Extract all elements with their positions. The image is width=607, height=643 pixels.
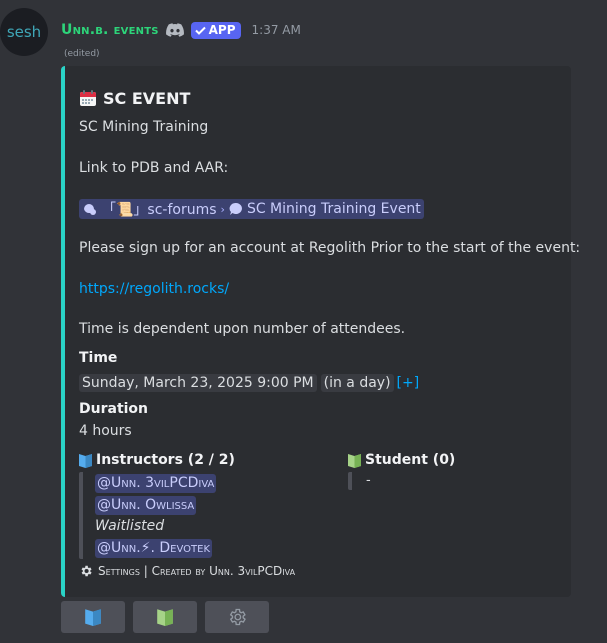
description-line4: Time is dependent upon number of attende… bbox=[79, 321, 406, 337]
waitlisted-label: Waitlisted bbox=[95, 518, 165, 534]
avatar[interactable]: sesh bbox=[0, 8, 48, 56]
description-line2: Link to PDB and AAR: bbox=[79, 160, 229, 176]
embed-title-row: SC EVENT bbox=[79, 87, 190, 109]
app-badge: APP bbox=[190, 21, 241, 39]
calendar-icon bbox=[80, 90, 96, 106]
thread-icon bbox=[229, 202, 242, 215]
green-book-icon bbox=[157, 609, 173, 626]
instructors-title: Instructors (2 / 2) bbox=[96, 452, 235, 468]
blue-book-icon bbox=[79, 453, 92, 468]
instructors-field: Instructors (2 / 2) @Unn. 3vilPCDiva @Un… bbox=[79, 450, 339, 559]
user-mention[interactable]: @Unn.⚡. Devotek bbox=[95, 539, 213, 558]
footer-text: Settings | Created by Unn. 3vilPCDiva bbox=[98, 564, 296, 578]
chip-separator: › bbox=[220, 202, 225, 216]
event-embed: SC EVENT SC Mining Training Link to PDB … bbox=[61, 66, 580, 597]
thread-link[interactable]: 「📜」sc-forums › SC Mining Training Event bbox=[79, 199, 424, 219]
time-field-label: Time bbox=[79, 350, 118, 366]
app-badge-label: APP bbox=[208, 23, 236, 37]
description-line3: Please sign up for an account at Regolit… bbox=[79, 240, 581, 256]
students-title: Student (0) bbox=[365, 452, 456, 468]
gear-icon bbox=[229, 608, 246, 626]
settings-button[interactable] bbox=[205, 601, 269, 633]
message-header: Unn.b. events APP 1:37 AM bbox=[61, 20, 301, 40]
forum-name: 「📜」sc-forums bbox=[102, 202, 217, 218]
forum-icon bbox=[84, 204, 96, 215]
instructors-list: @Unn. 3vilPCDiva @Unn. Owlissa Waitliste… bbox=[79, 472, 339, 559]
edited-label: (edited) bbox=[64, 49, 100, 59]
instructor-signup-button[interactable] bbox=[61, 601, 125, 633]
checkmark-icon bbox=[194, 26, 206, 35]
add-to-calendar-link[interactable]: [+] bbox=[397, 375, 420, 391]
students-empty: - bbox=[366, 473, 371, 488]
students-title-row: Student (0) bbox=[348, 450, 548, 470]
regolith-link[interactable]: https://regolith.rocks/ bbox=[79, 281, 229, 297]
instructors-title-row: Instructors (2 / 2) bbox=[79, 450, 339, 470]
relative-time[interactable]: (in a day) bbox=[320, 374, 394, 392]
green-book-icon bbox=[348, 453, 361, 468]
user-mention[interactable]: @Unn. Owlissa bbox=[95, 496, 197, 515]
avatar-text: sesh bbox=[6, 23, 42, 41]
student-signup-button[interactable] bbox=[133, 601, 197, 633]
discord-icon bbox=[165, 23, 184, 37]
embed-title: SC EVENT bbox=[103, 88, 191, 108]
gear-icon bbox=[81, 565, 92, 577]
students-field: Student (0) - bbox=[348, 450, 548, 490]
duration-field-value: 4 hours bbox=[79, 423, 132, 439]
students-list: - bbox=[348, 472, 548, 490]
duration-field-label: Duration bbox=[79, 401, 149, 417]
embed-footer: Settings | Created by Unn. 3vilPCDiva bbox=[79, 562, 295, 580]
time-field-value: Sunday, March 23, 2025 9:00 PM (in a day… bbox=[79, 372, 419, 394]
description-line1: SC Mining Training bbox=[79, 119, 209, 135]
message-timestamp[interactable]: 1:37 AM bbox=[252, 23, 301, 37]
blue-book-icon bbox=[85, 609, 101, 626]
thread-name: SC Mining Training Event bbox=[246, 201, 421, 217]
user-mention[interactable]: @Unn. 3vilPCDiva bbox=[95, 474, 217, 493]
username[interactable]: Unn.b. events bbox=[61, 22, 159, 38]
event-timestamp[interactable]: Sunday, March 23, 2025 9:00 PM bbox=[79, 374, 317, 392]
